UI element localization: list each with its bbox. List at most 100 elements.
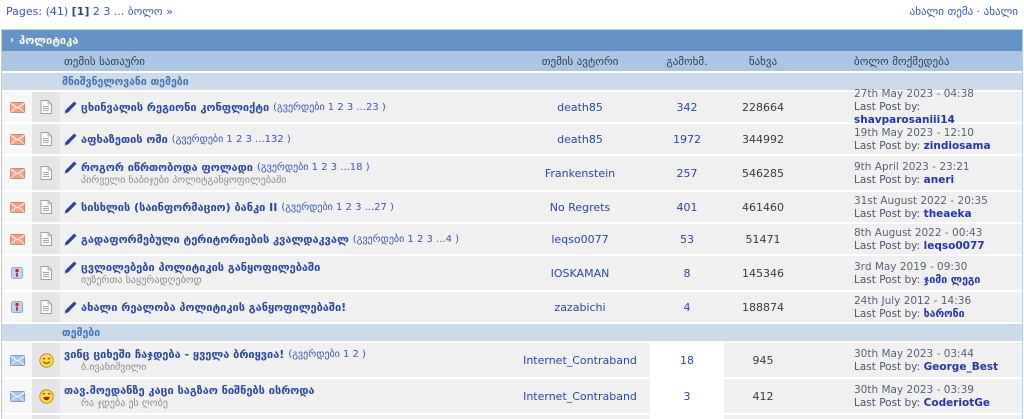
topic-row: გადაფორმებული ტერიტორიების კვალდაკვალ (გ… (2, 224, 1022, 254)
topic-title-cell: ცვლილებები პოლიტიკის განყოფილებაში იუზერ… (60, 256, 510, 290)
topic-row: სისხლის (საინფორმაციო) ბანკი II (გვერდებ… (2, 192, 1022, 222)
topic-author-link[interactable]: IOSKAMAN (551, 267, 610, 280)
views-count: 412 (752, 389, 774, 403)
last-post-author-link[interactable]: theaeka (924, 208, 972, 220)
topic-author-cell: zazabichi (510, 292, 650, 322)
smiley-grin-icon (38, 352, 54, 368)
topic-author-link[interactable]: Internet_Contraband (523, 390, 637, 403)
last-post-author-link[interactable]: George_Best (924, 361, 998, 373)
topic-title-link[interactable]: თავ.მოედანზე კაცი საგზაო ნიშნებს ისროდა (64, 384, 315, 397)
document-icon (40, 266, 52, 280)
author-column-header: თემის ავტორი (541, 54, 619, 68)
row-type-cell (32, 415, 60, 419)
row-type-cell (32, 224, 60, 254)
last-post-author-link[interactable]: zindiosama (924, 140, 991, 152)
replies-count: 257 (676, 166, 698, 180)
envelope-blue-icon (9, 390, 25, 402)
row-type-cell (32, 124, 60, 154)
page-link-2[interactable]: 2 (93, 5, 100, 18)
topic-pages-links[interactable]: (გვერდები 1 2 ) (288, 349, 366, 360)
pencil-icon (64, 233, 77, 246)
topic-title-cell: ცხინვალის რეგიონი კონფლიქტი (გვერდები 1 … (60, 92, 510, 122)
topic-author-link[interactable]: zazabichi (554, 301, 605, 314)
topic-title-cell: ვინც ციხეში ჩაჯდება - ყველა ბრიყვია! (გვ… (60, 343, 510, 377)
topic-pages-links[interactable]: (გვერდები 1 2 3 ...18 ) (257, 162, 370, 173)
last-post-author-link[interactable]: leqso0077 (924, 240, 985, 252)
topic-title-link[interactable]: ახალი რეალობა პოლიტიკის განყოფილებაში! (81, 301, 346, 314)
topic-pages-links[interactable]: (გვერდები 1 2 3 ...27 ) (281, 202, 394, 213)
actions-separator: · (976, 5, 981, 18)
topic-subtitle: იუზერთა საყურადღებოდ (81, 274, 202, 286)
smiley-laugh-icon (38, 388, 54, 404)
envelope-orange-icon (9, 133, 25, 145)
views-count: 344992 (742, 132, 784, 146)
views-count: 945 (752, 353, 774, 367)
last-post-author-link[interactable]: aneri (924, 174, 954, 186)
pencil-icon (64, 161, 77, 174)
last-post-cell: 31st August 2022 - 20:35 Last Post by: t… (802, 192, 1022, 222)
topic-title-link[interactable]: ცხინვალის რეგიონი კონფლიქტი (81, 101, 269, 114)
document-icon (40, 132, 52, 146)
topic-replies-cell: 4 (650, 292, 724, 322)
category-header-bar[interactable]: › პოლიტიკა (2, 30, 1022, 51)
row-type-cell (32, 192, 60, 222)
replies-count: 1972 (673, 132, 701, 146)
page-link-3[interactable]: 3 (103, 5, 110, 18)
topic-subtitle: ბ.ივანიშვილი (81, 361, 147, 373)
topic-pages-links[interactable]: (გვერდები 1 2 3 ...23 ) (273, 102, 386, 113)
last-post-cell: 30th May 2023 - 03:39 Last Post by: Code… (802, 379, 1022, 413)
row-status-cell (2, 343, 32, 377)
topic-title-link[interactable]: ვინც ციხეში ჩაჯდება - ყველა ბრიყვია! (64, 348, 284, 361)
topic-title-link[interactable]: აფხაზეთის ომი (81, 133, 168, 146)
pages-label: Pages: (41) (6, 5, 69, 18)
document-icon (40, 300, 52, 314)
last-post-date: 30th May 2023 - 03:39 (854, 383, 974, 396)
topic-views-cell: 188874 (724, 292, 802, 322)
last-post-cell: 19th May 2023 - 12:10 Last Post by: zind… (802, 124, 1022, 154)
pencil-icon (64, 133, 77, 146)
replies-count: 18 (680, 353, 694, 367)
replies-count: 8 (683, 266, 691, 280)
last-post-date: 27th May 2023 - 04:38 (854, 88, 974, 100)
last-post-author-link[interactable]: CoderiotGe (924, 397, 990, 409)
topic-title-link[interactable]: გადაფორმებული ტერიტორიების კვალდაკვალ (81, 233, 349, 246)
topic-views-cell: 344992 (724, 124, 802, 154)
new-poll-link[interactable]: ახალი (984, 5, 1018, 18)
envelope-blue-icon (9, 354, 25, 366)
row-status-cell (2, 415, 32, 419)
topic-row: როგორ იწრთობოდა ფოლადი (გვერდები 1 2 3 .… (2, 156, 1022, 190)
new-topic-link[interactable]: ახალი თემა (910, 5, 974, 18)
document-icon (40, 200, 52, 214)
topic-row: ცხინვალის რეგიონი კონფლიქტი (გვერდები 1 … (2, 88, 1022, 126)
topic-author-cell: No Regrets (510, 192, 650, 222)
last-post-author-link[interactable]: ჯიმი ლეგი (924, 274, 981, 286)
topic-author-link[interactable]: leqso0077 (551, 233, 608, 246)
collapse-arrow-icon[interactable]: › (10, 35, 14, 46)
topic-author-link[interactable]: Internet_Contraband (523, 354, 637, 367)
envelope-orange-icon (9, 167, 25, 179)
topic-views-cell: 945 (724, 343, 802, 377)
topic-author-link[interactable]: No Regrets (550, 201, 610, 214)
row-type-cell (32, 156, 60, 190)
topic-pages-links[interactable]: (გვერდები 1 2 3 ...132 ) (172, 134, 291, 145)
topic-title-cell: თავ.მოედანზე კაცი საგზაო ნიშნებს ისროდა … (60, 379, 510, 413)
last-post-column-header: ბოლო მოქმედება (854, 54, 950, 68)
last-post-by-label: Last Post by: (854, 396, 921, 409)
topic-views-cell: 145346 (724, 256, 802, 290)
views-count: 228664 (742, 100, 784, 114)
topic-row: ვაშლოვანში სასაზღვრომ ტურისტებს დაუშვა ა… (2, 415, 1022, 419)
topic-author-link[interactable]: death85 (557, 101, 603, 114)
topic-author-link[interactable]: death85 (557, 133, 603, 146)
pagination-ellipsis: ... (113, 5, 125, 18)
views-count: 546285 (742, 166, 784, 180)
last-page-link[interactable]: ბოლო » (128, 5, 173, 18)
topic-title-link[interactable]: სისხლის (საინფორმაციო) ბანკი II (81, 201, 277, 214)
pencil-icon (64, 201, 77, 214)
topic-title-link[interactable]: ცვლილებები პოლიტიკის განყოფილებაში (81, 261, 320, 274)
last-post-author-link[interactable]: ხარონი (924, 308, 965, 320)
topic-title-link[interactable]: როგორ იწრთობოდა ფოლადი (81, 161, 253, 174)
topic-pages-links[interactable]: (გვერდები 1 2 3 ...4 ) (353, 234, 459, 245)
topic-title-cell: გადაფორმებული ტერიტორიების კვალდაკვალ (გ… (60, 224, 510, 254)
topic-author-link[interactable]: Frankenstein (545, 167, 615, 180)
row-status-cell (2, 224, 32, 254)
